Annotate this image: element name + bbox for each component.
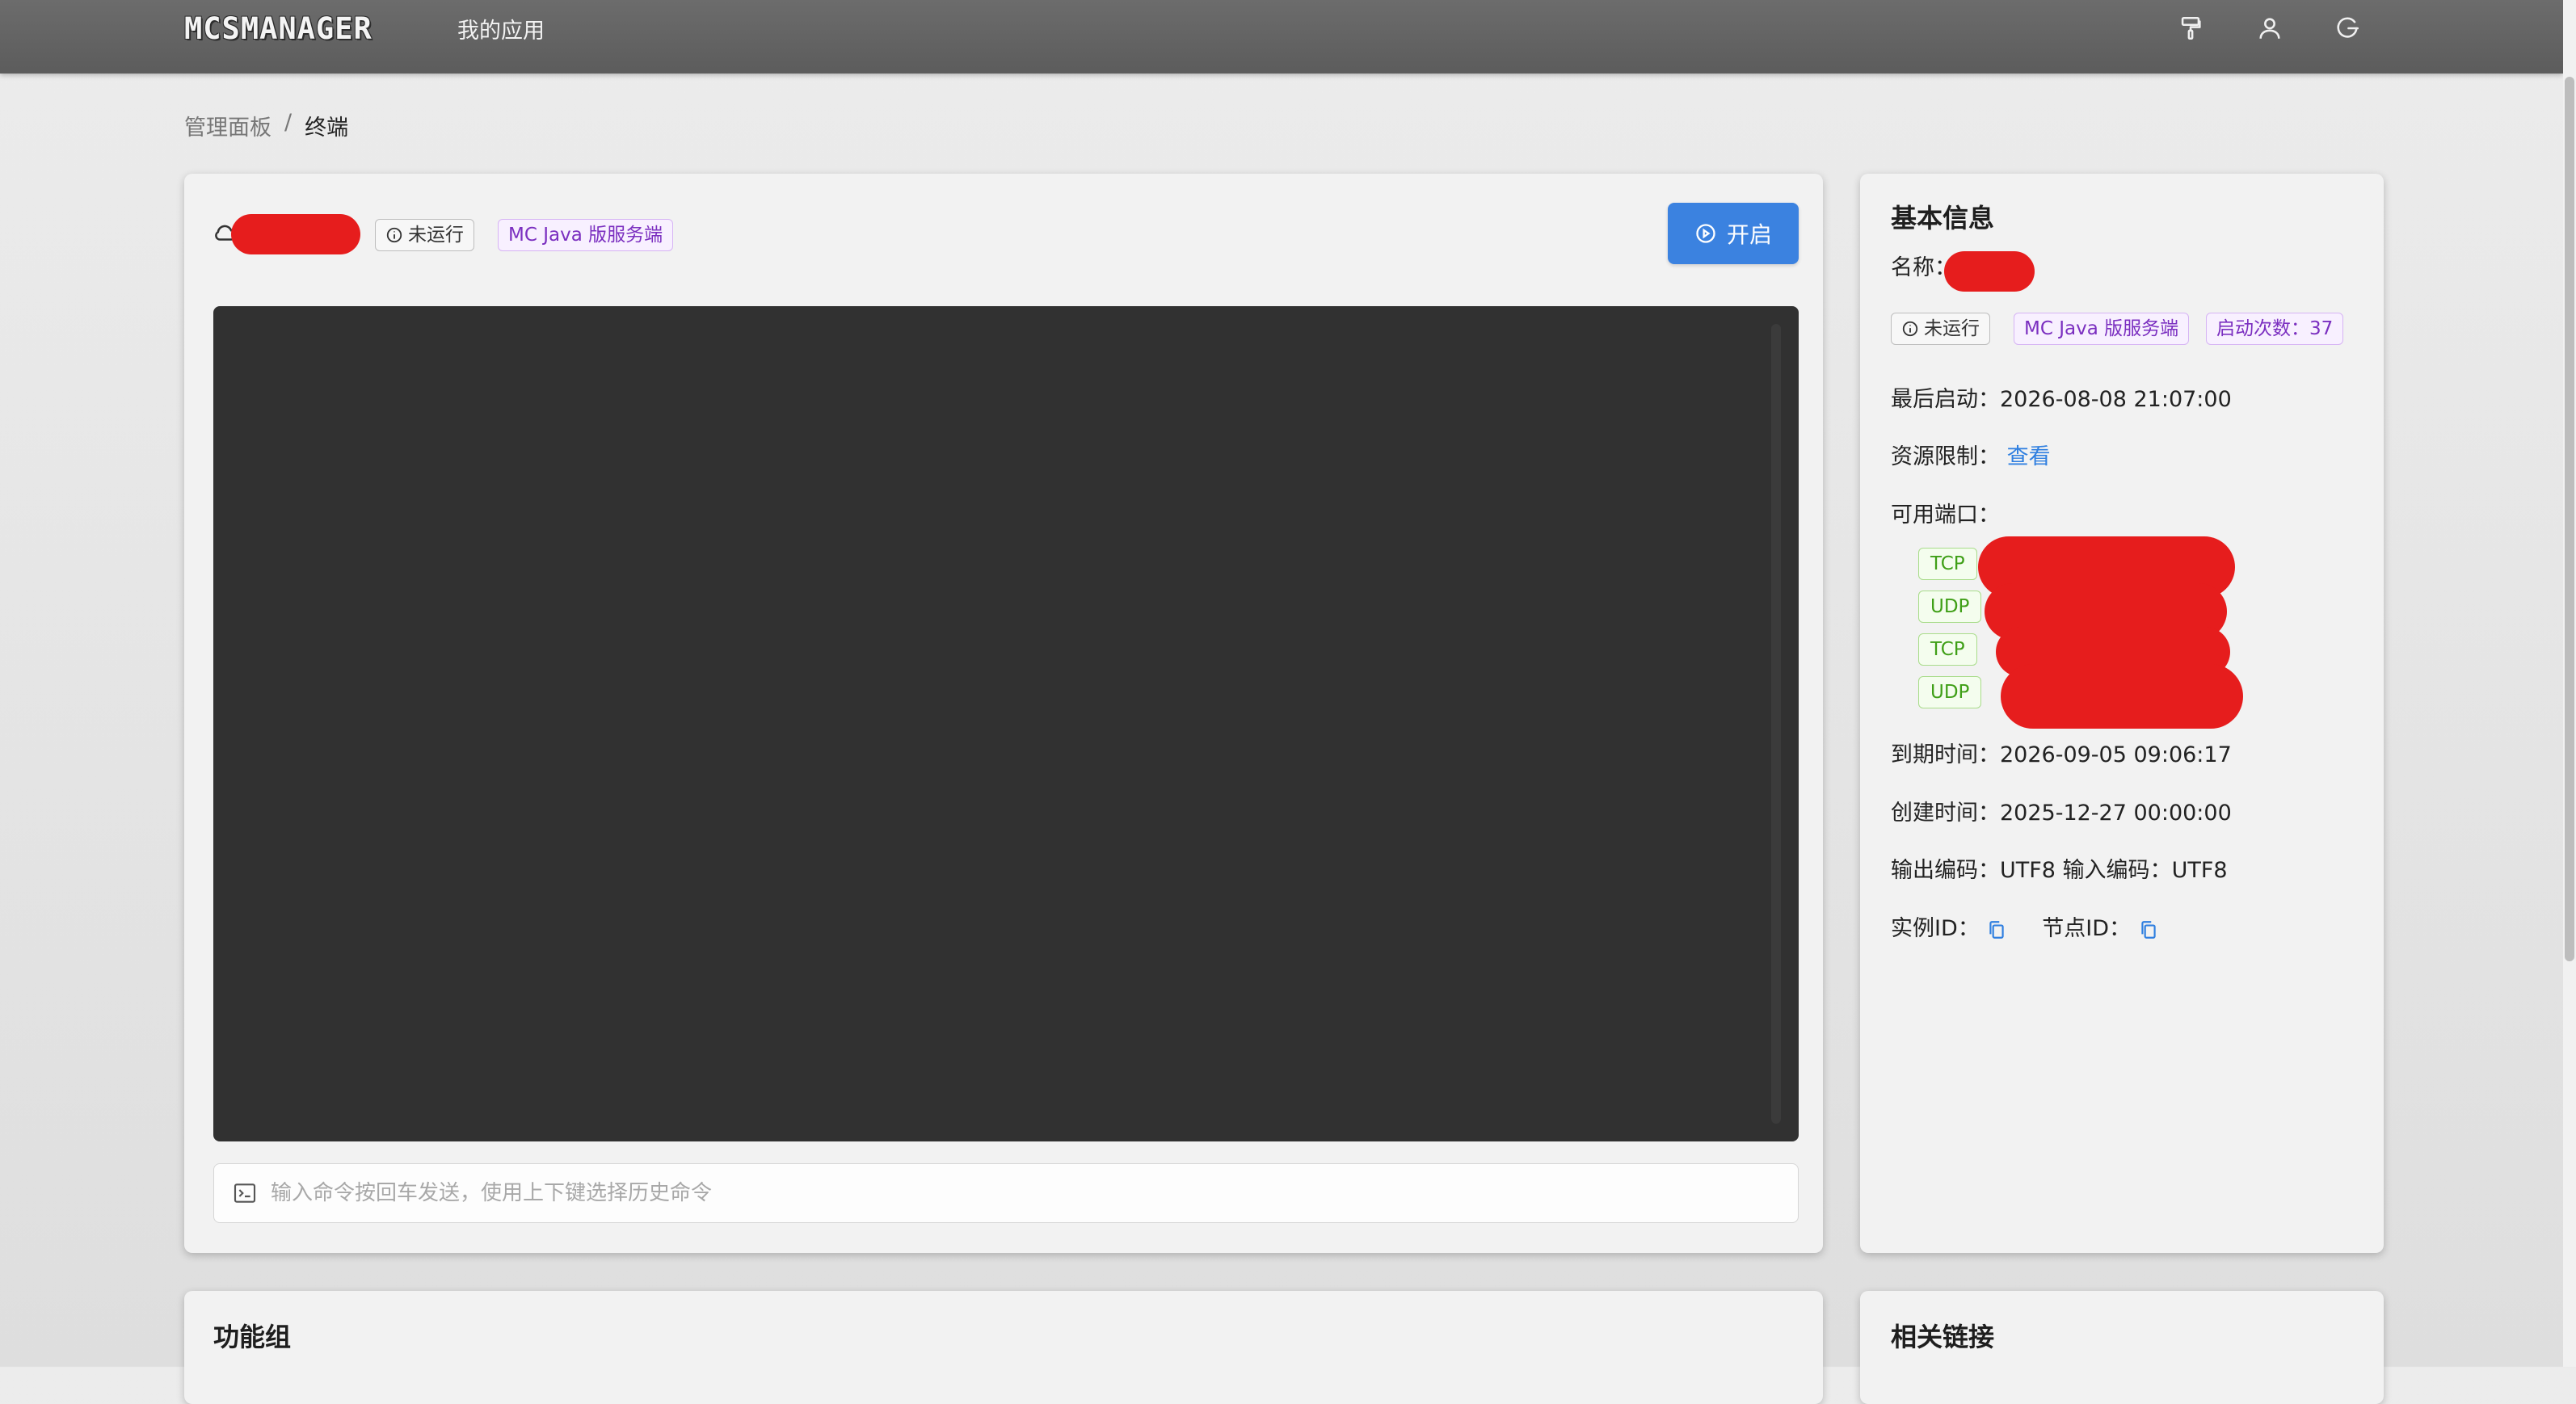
function-group-card [184, 1291, 1823, 1404]
resource-view-link[interactable]: 查看 [2007, 444, 2051, 469]
logout-icon[interactable] [2334, 15, 2361, 42]
top-navigation-bar: MCSMANAGER 我的应用 [0, 0, 2563, 74]
resource-limit-row: 资源限制： 查看 [1891, 439, 2051, 470]
basic-info-title: 基本信息 [1891, 203, 1995, 233]
breadcrumb-current: 终端 [305, 116, 349, 141]
info-status-badge: 未运行 [1891, 313, 1990, 345]
mcsmanager-logo[interactable]: MCSMANAGER [184, 11, 373, 46]
ports-label: 可用端口： [1891, 502, 2000, 528]
resource-limit-label: 资源限制： [1891, 444, 2000, 469]
redacted-port-values [2001, 664, 2243, 729]
terminal-prompt-icon [234, 1183, 256, 1203]
play-circle-icon [1696, 224, 1715, 243]
start-button[interactable]: 开启 [1668, 203, 1799, 264]
output-encoding-value: UTF8 [2000, 858, 2056, 883]
nav-my-apps[interactable]: 我的应用 [457, 13, 545, 44]
input-encoding-value: UTF8 [2171, 858, 2228, 883]
port-protocol-tag: UDP [1918, 676, 1982, 708]
redacted-instance-name [231, 214, 360, 254]
terminal-output[interactable] [213, 306, 1799, 1141]
output-encoding-label: 输出编码： [1891, 858, 2000, 883]
start-count-badge: 启动次数：37 [2206, 313, 2344, 345]
encoding-row: 输出编码：UTF8 输入编码：UTF8 [1891, 852, 2228, 884]
breadcrumb: 管理面板 / 终端 [184, 110, 348, 141]
paint-roller-icon[interactable] [2177, 15, 2204, 42]
id-row: 实例ID： 节点ID： [1891, 910, 2159, 942]
info-server-type-badge: MC Java 版服务端 [2014, 313, 2190, 345]
port-protocol-tag: TCP [1918, 548, 1977, 580]
breadcrumb-separator: / [284, 110, 293, 135]
expire-row: 到期时间：2026-09-05 09:06:17 [1891, 737, 2232, 768]
instance-id-label: 实例ID： [1891, 916, 1980, 941]
node-id-label: 节点ID： [2042, 916, 2132, 941]
last-start-label: 最后启动： [1891, 387, 2000, 412]
info-status-label: 未运行 [1924, 318, 1980, 339]
info-circle-icon [1902, 321, 1918, 337]
function-group-title: 功能组 [213, 1322, 292, 1352]
last-start-row: 最后启动：2026-08-08 21:07:00 [1891, 381, 2232, 413]
port-protocol-tag: UDP [1918, 591, 1982, 623]
command-input-box[interactable] [213, 1163, 1799, 1223]
created-value: 2025-12-27 00:00:00 [2000, 801, 2232, 826]
page-scrollbar-thumb[interactable] [2565, 77, 2574, 961]
expire-label: 到期时间： [1891, 742, 2000, 767]
breadcrumb-root[interactable]: 管理面板 [184, 110, 271, 141]
info-circle-icon [386, 227, 402, 243]
copy-node-id-icon[interactable] [2138, 918, 2159, 942]
terminal-scrollbar[interactable] [1771, 324, 1781, 1124]
status-badge-label: 未运行 [408, 225, 464, 246]
created-row: 创建时间：2025-12-27 00:00:00 [1891, 795, 2232, 826]
port-protocol-tag: TCP [1918, 633, 1977, 666]
last-start-value: 2026-08-08 21:07:00 [2000, 387, 2232, 412]
user-icon[interactable] [2256, 15, 2283, 42]
created-label: 创建时间： [1891, 801, 2000, 826]
copy-instance-id-icon[interactable] [1986, 918, 2007, 942]
related-links-title: 相关链接 [1891, 1322, 1995, 1352]
command-input[interactable] [269, 1180, 1727, 1206]
status-badge: 未运行 [375, 219, 474, 251]
server-type-badge: MC Java 版服务端 [498, 219, 674, 251]
input-encoding-label: 输入编码： [2062, 858, 2172, 883]
expire-value: 2026-09-05 09:06:17 [2000, 742, 2232, 767]
start-button-label: 开启 [1726, 221, 1772, 248]
redacted-name-value [1944, 251, 2035, 292]
